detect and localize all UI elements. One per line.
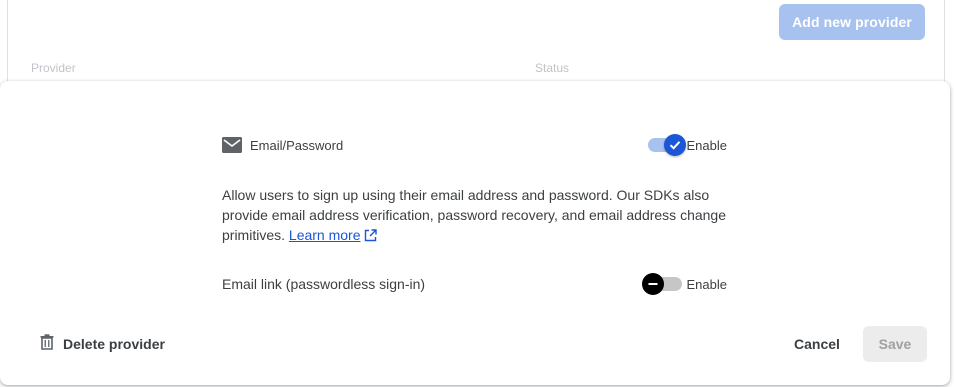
status-column-header: Status (535, 61, 570, 75)
cancel-button[interactable]: Cancel (794, 333, 840, 355)
provider-edit-panel: Email/Password Enable Allow users to sig… (0, 81, 950, 385)
email-password-row: Email/Password Enable (222, 134, 727, 156)
email-link-toggle[interactable]: Enable (641, 273, 727, 295)
email-password-toggle[interactable]: Enable (647, 134, 727, 156)
minus-icon[interactable] (641, 273, 664, 295)
add-new-provider-button[interactable]: Add new provider (779, 4, 925, 40)
provider-description: Allow users to sign up using their email… (222, 185, 732, 247)
email-password-enable-label: Enable (686, 137, 727, 153)
toggle-track[interactable] (647, 134, 686, 156)
delete-provider-button[interactable]: Delete provider (40, 333, 165, 355)
toggle-track[interactable] (641, 273, 682, 295)
check-icon[interactable] (663, 134, 686, 156)
email-password-label: Email/Password (250, 137, 344, 153)
external-link-icon[interactable] (364, 227, 377, 247)
providers-card: Add new provider Provider Status (7, 0, 945, 90)
provider-column-header: Provider (31, 61, 76, 75)
email-link-label: Email link (passwordless sign-in) (222, 276, 426, 292)
mail-icon (222, 134, 244, 156)
save-button[interactable]: Save (863, 326, 927, 362)
email-link-row: Email link (passwordless sign-in) Enable (222, 273, 727, 295)
trash-icon (40, 333, 54, 355)
auth-provider-page: Add new provider Provider Status Email/P… (0, 0, 954, 387)
learn-more-link[interactable]: Learn more (289, 227, 361, 243)
email-link-enable-label: Enable (686, 276, 727, 292)
delete-provider-label: Delete provider (63, 336, 165, 352)
